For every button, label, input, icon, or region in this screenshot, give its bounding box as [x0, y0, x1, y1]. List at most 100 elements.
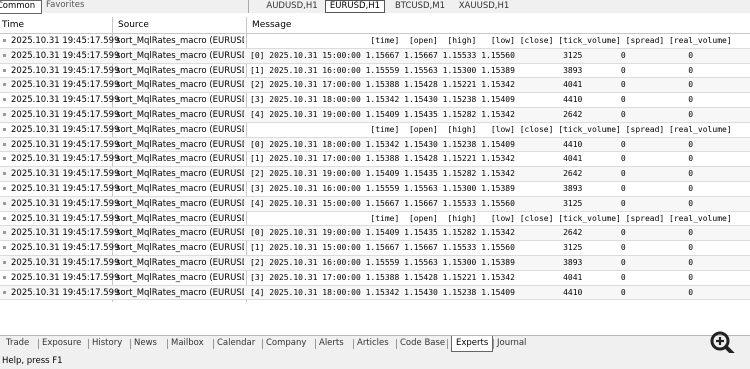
tab-common[interactable]: Common [0, 0, 42, 14]
log-message: [0] 2025.10.31 18:00:00 1.15342 1.15430 … [250, 139, 694, 149]
log-message: [4] 2025.10.31 19:00:00 1.15409 1.15435 … [250, 109, 694, 119]
log-source: sort_MqlRates_macro (EURUSD... [116, 80, 244, 91]
log-time: 2025.10.31 19:45:17.599 [11, 139, 120, 150]
log-time: 2025.10.31 19:45:17.599 [11, 183, 120, 194]
tab-mailbox[interactable]: Mailbox [171, 336, 204, 351]
log-row[interactable]: 2025.10.31 19:45:17.599 sort_MqlRates_mac… [0, 196, 750, 212]
log-level-icon [3, 201, 6, 205]
tab-code-base[interactable]: Code Base [400, 336, 445, 351]
log-time: 2025.10.31 19:45:17.599 [11, 257, 120, 268]
log-time: 2025.10.31 19:45:17.599 [11, 36, 120, 46]
log-message: [4] 2025.10.31 15:00:00 1.15667 1.15667 … [250, 198, 694, 208]
log-source: sort_MqlRates_macro (EURUSD... [116, 198, 244, 209]
log-time: 2025.10.31 19:45:17.599 [11, 213, 120, 224]
log-source: sort_MqlRates_macro (EURUSD... [116, 272, 244, 283]
tab-experts[interactable]: Experts [451, 336, 494, 352]
chart-tab-btcusd[interactable]: BTCUSD,M1 [390, 0, 450, 12]
tab-divider [315, 339, 316, 349]
column-header-time[interactable]: Time [2, 17, 24, 33]
tab-divider [447, 339, 448, 349]
log-time: 2025.10.31 19:45:17.599 [11, 198, 120, 209]
tab-divider [130, 339, 131, 349]
tab-company[interactable]: Company [266, 336, 306, 351]
log-time: 2025.10.31 19:45:17.599 [11, 95, 120, 106]
tab-history[interactable]: History [92, 336, 122, 351]
log-message: [3] 2025.10.31 17:00:00 1.15388 1.15428 … [250, 272, 694, 282]
log-level-icon [3, 172, 6, 176]
chart-tab-xauusd[interactable]: XAUUSD,H1 [454, 0, 514, 12]
top-tab-bar: Common Favorites AUDUSD,H1 EURUSD,H1 BTC… [0, 0, 750, 14]
log-source: sort_MqlRates_macro (EURUSD... [116, 36, 244, 46]
log-level-icon [3, 216, 6, 220]
chart-tab-audusd[interactable]: AUDUSD,H1 [262, 0, 322, 12]
log-level-icon [3, 112, 6, 116]
log-source: sort_MqlRates_macro (EURUSD... [116, 169, 244, 180]
log-message: [time] [open] [high] [low] [close] [tick… [250, 36, 732, 45]
log-row[interactable]: 2025.10.31 19:45:17.599 sort_MqlRates_mac… [0, 107, 750, 123]
log-row[interactable]: 2025.10.31 19:45:17.599 sort_MqlRates_mac… [0, 64, 750, 79]
log-level-icon [3, 83, 6, 87]
tab-exposure[interactable]: Exposure [42, 336, 81, 351]
log-level-icon [3, 246, 6, 250]
log-source: sort_MqlRates_macro (EURUSD... [116, 124, 244, 135]
column-header-source[interactable]: Source [118, 17, 149, 33]
tab-news[interactable]: News [134, 336, 157, 351]
log-message: [2] 2025.10.31 19:00:00 1.15409 1.15435 … [250, 169, 694, 179]
log-message: [3] 2025.10.31 16:00:00 1.15559 1.15563 … [250, 183, 694, 193]
log-level-icon [3, 186, 6, 190]
tab-journal[interactable]: Journal [497, 336, 526, 351]
log-row[interactable]: 2025.10.31 19:45:17.599 sort_MqlRates_mac… [0, 241, 750, 256]
tab-favorites[interactable]: Favorites [46, 0, 84, 12]
log-source: sort_MqlRates_macro (EURUSD... [116, 243, 244, 254]
log-row[interactable]: 2025.10.31 19:45:17.599 sort_MqlRates_mac… [0, 271, 750, 286]
tab-articles[interactable]: Articles [357, 336, 389, 351]
log-row[interactable]: 2025.10.31 19:45:17.599 sort_MqlRates_mac… [0, 34, 750, 49]
log-source: sort_MqlRates_macro (EURUSD... [116, 228, 244, 239]
tab-trade[interactable]: Trade [6, 336, 29, 351]
log-time: 2025.10.31 19:45:17.599 [11, 124, 120, 135]
log-row[interactable]: 2025.10.31 19:45:17.599 sort_MqlRates_mac… [0, 255, 750, 271]
log-row[interactable]: 2025.10.31 19:45:17.599 sort_MqlRates_mac… [0, 212, 750, 227]
log-message: [2] 2025.10.31 17:00:00 1.15388 1.15428 … [250, 80, 694, 90]
log-row[interactable]: 2025.10.31 19:45:17.599 sort_MqlRates_mac… [0, 78, 750, 94]
log-row[interactable]: 2025.10.31 19:45:17.599 sort_MqlRates_mac… [0, 93, 750, 108]
log-time: 2025.10.31 19:45:17.599 [11, 65, 120, 76]
tab-calendar[interactable]: Calendar [217, 336, 255, 351]
log-row[interactable]: 2025.10.31 19:45:17.599 sort_MqlRates_mac… [0, 167, 750, 182]
log-level-icon [3, 142, 6, 146]
log-time: 2025.10.31 19:45:17.599 [11, 287, 120, 298]
log-message: [time] [open] [high] [low] [close] [tick… [250, 213, 732, 223]
log-time: 2025.10.31 19:45:17.599 [11, 272, 120, 283]
log-rows: 2025.10.31 19:45:17.599 sort_MqlRates_mac… [0, 34, 750, 301]
log-message: [0] 2025.10.31 19:00:00 1.15409 1.15435 … [250, 228, 694, 238]
log-source: sort_MqlRates_macro (EURUSD... [116, 257, 244, 268]
tab-alerts[interactable]: Alerts [319, 336, 344, 351]
log-level-icon [3, 98, 6, 102]
log-source: sort_MqlRates_macro (EURUSD... [116, 95, 244, 106]
log-row[interactable]: 2025.10.31 19:45:17.599 sort_MqlRates_mac… [0, 123, 750, 138]
log-row[interactable]: 2025.10.31 19:45:17.599 sort_MqlRates_mac… [0, 137, 750, 153]
log-level-icon [3, 231, 6, 235]
log-source: sort_MqlRates_macro (EURUSD... [116, 287, 244, 298]
log-level-icon [3, 290, 6, 294]
log-level-icon [3, 68, 6, 72]
log-row[interactable]: 2025.10.31 19:45:17.599 sort_MqlRates_mac… [0, 48, 750, 64]
tab-divider [167, 339, 168, 349]
log-level-icon [3, 39, 6, 42]
log-row[interactable]: 2025.10.31 19:45:17.599 sort_MqlRates_mac… [0, 226, 750, 242]
log-row[interactable]: 2025.10.31 19:45:17.599 sort_MqlRates_mac… [0, 182, 750, 197]
log-time: 2025.10.31 19:45:17.599 [11, 80, 120, 91]
log-row[interactable]: 2025.10.31 19:45:17.599 sort_MqlRates_mac… [0, 152, 750, 168]
column-header-message[interactable]: Message [252, 17, 291, 33]
log-message: [1] 2025.10.31 15:00:00 1.15667 1.15667 … [250, 243, 694, 253]
chart-tab-eurusd[interactable]: EURUSD,H1 [325, 0, 385, 13]
log-row[interactable]: 2025.10.31 19:45:17.599 sort_MqlRates_mac… [0, 285, 750, 301]
log-level-icon [3, 127, 6, 131]
log-source: sort_MqlRates_macro (EURUSD... [116, 183, 244, 194]
divider [248, 0, 249, 13]
status-bar: Help, press F1 [0, 353, 750, 369]
log-source: sort_MqlRates_macro (EURUSD... [116, 154, 244, 165]
log-source: sort_MqlRates_macro (EURUSD... [116, 109, 244, 120]
tab-divider [88, 339, 89, 349]
log-level-icon [3, 275, 6, 279]
